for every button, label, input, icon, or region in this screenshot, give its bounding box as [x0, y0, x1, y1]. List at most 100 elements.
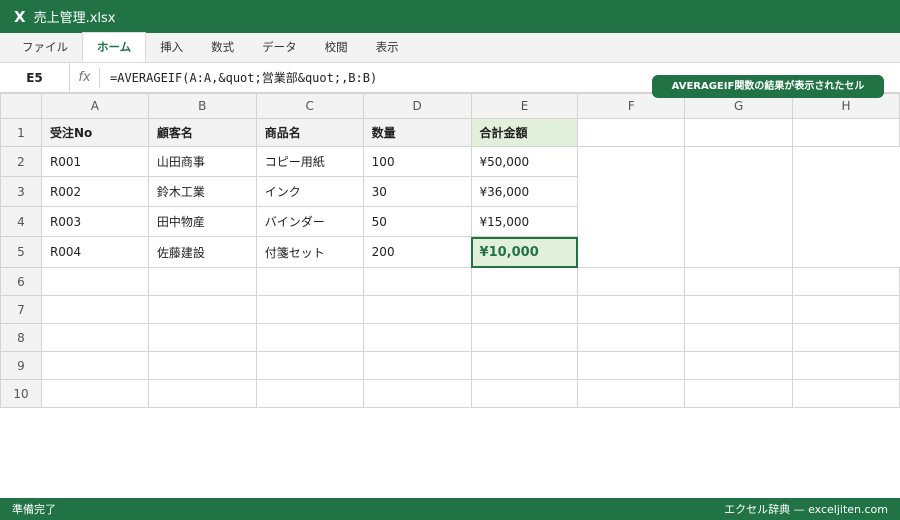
- cell-d9[interactable]: [362, 351, 472, 380]
- cell-b10[interactable]: [147, 379, 257, 408]
- cell-f6[interactable]: [577, 267, 686, 296]
- cell-a6[interactable]: [40, 267, 149, 296]
- cell-a10[interactable]: [40, 379, 149, 408]
- cell-g7[interactable]: [684, 295, 794, 324]
- name-box[interactable]: E5: [0, 62, 70, 93]
- cell-e9[interactable]: [470, 351, 579, 380]
- cell-e10[interactable]: [470, 379, 579, 408]
- column-header-b[interactable]: B: [147, 93, 257, 119]
- cell-b5[interactable]: 佐藤建設: [147, 236, 257, 268]
- cell-e4[interactable]: ¥15,000: [470, 206, 579, 237]
- tab-review[interactable]: 校閲: [311, 33, 362, 62]
- cell-f7[interactable]: [577, 295, 686, 324]
- cell-c6[interactable]: [255, 267, 364, 296]
- cell-d4[interactable]: 50: [362, 206, 472, 237]
- cell-a3[interactable]: R002: [40, 176, 149, 207]
- cell-b6[interactable]: [147, 267, 257, 296]
- cell-g8[interactable]: [684, 323, 794, 352]
- cell-h6[interactable]: [792, 267, 900, 296]
- cell-b9[interactable]: [147, 351, 257, 380]
- row-header-10[interactable]: 10: [0, 379, 42, 408]
- cell-b4[interactable]: 田中物産: [147, 206, 257, 237]
- cell-e2[interactable]: ¥50,000: [470, 146, 579, 177]
- cell-g5[interactable]: [684, 236, 793, 268]
- cell-a5[interactable]: R004: [40, 236, 149, 268]
- column-header-c[interactable]: C: [255, 93, 364, 119]
- cell-f9[interactable]: [577, 351, 686, 380]
- cell-d10[interactable]: [362, 379, 472, 408]
- cell-a2[interactable]: R001: [40, 146, 149, 177]
- cell-a9[interactable]: [40, 351, 149, 380]
- tab-home[interactable]: ホーム: [82, 32, 147, 62]
- tab-formulas[interactable]: 数式: [197, 33, 248, 62]
- cell-e3[interactable]: ¥36,000: [470, 176, 579, 207]
- cell-g6[interactable]: [684, 267, 794, 296]
- cell-c1[interactable]: 商品名: [255, 118, 364, 147]
- cell-d6[interactable]: [362, 267, 472, 296]
- cell-b1[interactable]: 顧客名: [147, 118, 257, 147]
- cell-g3[interactable]: [684, 176, 793, 207]
- tab-view[interactable]: 表示: [362, 33, 413, 62]
- column-header-a[interactable]: A: [40, 93, 149, 119]
- row-header-6[interactable]: 6: [0, 267, 42, 296]
- tab-data[interactable]: データ: [248, 33, 311, 62]
- cell-c7[interactable]: [255, 295, 364, 324]
- cell-f5[interactable]: [577, 236, 685, 268]
- cell-c2[interactable]: コピー用紙: [255, 146, 364, 177]
- cell-h5[interactable]: [792, 236, 900, 268]
- cell-h4[interactable]: [792, 206, 900, 237]
- cell-g4[interactable]: [684, 206, 793, 237]
- cell-d2[interactable]: 100: [362, 146, 472, 177]
- cell-b2[interactable]: 山田商事: [147, 146, 257, 177]
- cell-h8[interactable]: [792, 323, 900, 352]
- column-header-d[interactable]: D: [362, 93, 472, 119]
- select-all-corner[interactable]: [0, 93, 42, 119]
- fx-icon[interactable]: fx: [70, 67, 100, 88]
- row-header-7[interactable]: 7: [0, 295, 42, 324]
- cell-a7[interactable]: [40, 295, 149, 324]
- cell-c3[interactable]: インク: [255, 176, 364, 207]
- cell-g9[interactable]: [684, 351, 794, 380]
- row-header-8[interactable]: 8: [0, 323, 42, 352]
- cell-b7[interactable]: [147, 295, 257, 324]
- cell-e1[interactable]: 合計金額: [470, 118, 579, 147]
- cell-f4[interactable]: [577, 206, 685, 237]
- cell-h2[interactable]: [792, 146, 900, 177]
- column-header-e[interactable]: E: [470, 93, 579, 119]
- cell-h10[interactable]: [792, 379, 900, 408]
- cell-d8[interactable]: [362, 323, 472, 352]
- cell-c5[interactable]: 付箋セット: [255, 236, 364, 268]
- cell-c8[interactable]: [255, 323, 364, 352]
- cell-h9[interactable]: [792, 351, 900, 380]
- row-header-3[interactable]: 3: [0, 176, 42, 207]
- cell-a8[interactable]: [40, 323, 149, 352]
- cell-e6[interactable]: [470, 267, 579, 296]
- cell-g1[interactable]: [684, 118, 794, 147]
- cell-c9[interactable]: [255, 351, 364, 380]
- cell-e8[interactable]: [470, 323, 579, 352]
- cell-a4[interactable]: R003: [40, 206, 149, 237]
- cell-f2[interactable]: [577, 146, 685, 177]
- row-header-4[interactable]: 4: [0, 206, 42, 237]
- row-header-9[interactable]: 9: [0, 351, 42, 380]
- cell-f1[interactable]: [577, 118, 686, 147]
- cell-d5[interactable]: 200: [362, 236, 472, 268]
- tab-file[interactable]: ファイル: [8, 33, 82, 62]
- cell-f3[interactable]: [577, 176, 685, 207]
- cell-h3[interactable]: [792, 176, 900, 207]
- cell-h1[interactable]: [792, 118, 900, 147]
- cell-g10[interactable]: [684, 379, 794, 408]
- cell-b3[interactable]: 鈴木工業: [147, 176, 257, 207]
- cell-c4[interactable]: バインダー: [255, 206, 364, 237]
- cell-c10[interactable]: [255, 379, 364, 408]
- cell-d7[interactable]: [362, 295, 472, 324]
- cell-h7[interactable]: [792, 295, 900, 324]
- cell-b8[interactable]: [147, 323, 257, 352]
- cell-g2[interactable]: [684, 146, 793, 177]
- formula-input[interactable]: =AVERAGEIF(A:A,&quot;営業部&quot;,B:B): [100, 69, 377, 86]
- cell-f10[interactable]: [577, 379, 686, 408]
- row-header-2[interactable]: 2: [0, 146, 42, 177]
- cell-d3[interactable]: 30: [362, 176, 472, 207]
- cell-e7[interactable]: [470, 295, 579, 324]
- cell-f8[interactable]: [577, 323, 686, 352]
